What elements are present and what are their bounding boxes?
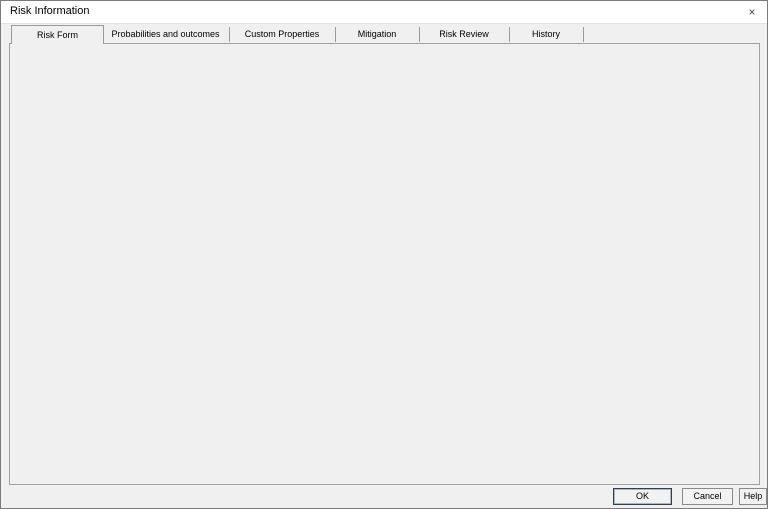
tab-mitigation[interactable]: Mitigation	[335, 27, 420, 42]
close-button[interactable]: ×	[737, 1, 767, 23]
title-bar: Risk Information ×	[1, 1, 767, 24]
close-icon: ×	[748, 5, 755, 19]
tab-risk-review[interactable]: Risk Review	[419, 27, 510, 42]
tab-risk-form[interactable]: Risk Form	[11, 25, 104, 44]
risk-form-page	[9, 43, 760, 485]
ok-button[interactable]: OK	[613, 488, 672, 505]
window-title: Risk Information	[10, 5, 89, 17]
tab-probabilities-and-outcomes[interactable]: Probabilities and outcomes	[102, 27, 230, 42]
cancel-button[interactable]: Cancel	[682, 488, 733, 505]
tab-history[interactable]: History	[509, 27, 584, 42]
risk-information-dialog: Risk Information × Risk Form Probabiliti…	[0, 0, 768, 509]
tab-custom-properties[interactable]: Custom Properties	[229, 27, 336, 42]
help-button[interactable]: Help	[739, 488, 767, 505]
